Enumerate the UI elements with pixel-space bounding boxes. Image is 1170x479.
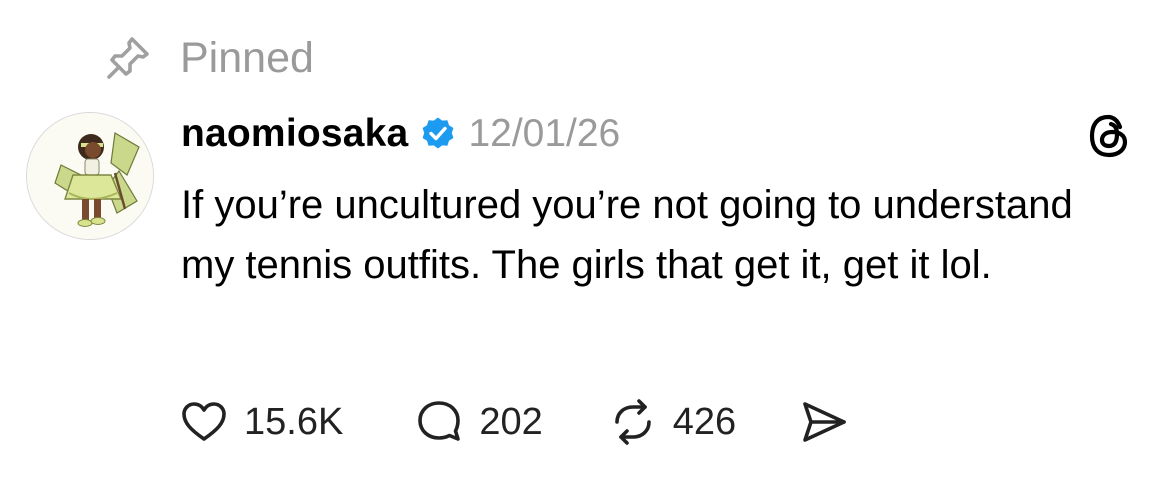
username[interactable]: naomiosaka: [181, 112, 408, 156]
comment-icon: [413, 396, 465, 448]
heart-icon: [178, 396, 230, 448]
send-icon: [798, 396, 850, 448]
pin-icon: [100, 30, 156, 86]
post-body-text: If you’re uncultured you’re not going to…: [181, 183, 1073, 287]
avatar[interactable]: [26, 112, 154, 240]
pinned-label: Pinned: [180, 33, 314, 82]
repost-button[interactable]: 426: [607, 396, 736, 448]
reply-count: 202: [479, 400, 543, 443]
verified-badge-icon: [420, 116, 456, 152]
post-timestamp: 12/01/26: [468, 112, 621, 155]
share-button[interactable]: [798, 396, 850, 448]
threads-icon[interactable]: [1083, 110, 1135, 162]
repost-count: 426: [672, 400, 737, 443]
post-actions: 15.6K 202 426: [178, 392, 850, 452]
repost-icon: [607, 396, 659, 448]
reply-button[interactable]: 202: [413, 396, 543, 448]
like-button[interactable]: 15.6K: [178, 396, 343, 448]
like-count: 15.6K: [244, 400, 344, 443]
post-header: naomiosaka 12/01/26: [181, 108, 620, 160]
pinned-indicator: Pinned: [100, 30, 314, 86]
threads-post: Pinned naomiosaka 12/01/26 If you’re unc…: [0, 0, 1170, 479]
